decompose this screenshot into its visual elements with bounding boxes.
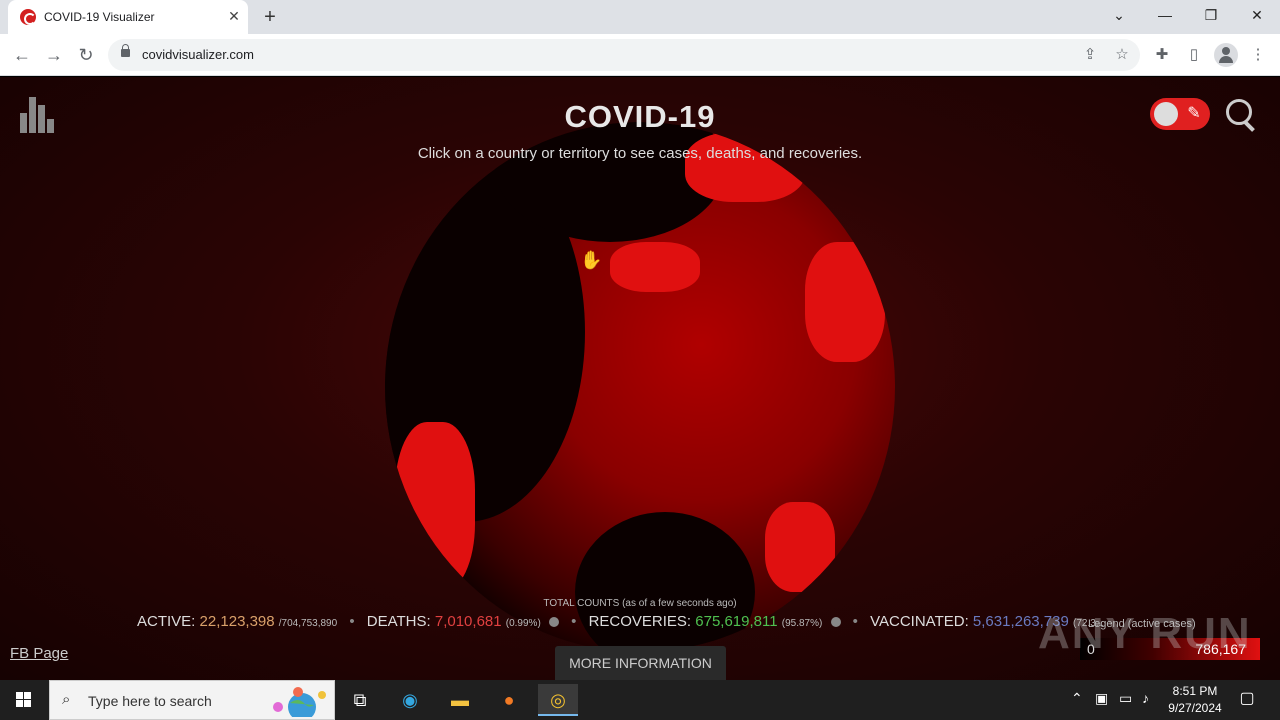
anyrun-watermark: ANY RUN <box>1038 609 1252 658</box>
tab-close-icon[interactable]: ✕ <box>224 6 244 26</box>
firefox-icon[interactable]: ● <box>489 684 529 716</box>
taskbar-search-placeholder: Type here to search <box>88 693 212 709</box>
more-information-button[interactable]: MORE INFORMATION <box>555 646 726 680</box>
vaccinated-label: VACCINATED: <box>870 613 969 630</box>
deaths-label: DEATHS: <box>366 613 431 630</box>
minimize-button[interactable]: — <box>1142 0 1188 34</box>
chrome-icon[interactable]: ◎ <box>538 684 578 716</box>
extensions-puzzle-icon[interactable]: ✚ <box>1150 43 1174 67</box>
deaths-value: 7,010,681 <box>434 613 502 630</box>
separator: • <box>852 613 858 630</box>
search-magnifier-icon: ⌕ <box>62 691 71 708</box>
active-total: /704,753,890 <box>278 618 338 629</box>
lock-icon[interactable] <box>121 44 130 57</box>
side-panel-icon[interactable]: ▯ <box>1182 43 1206 67</box>
toggle-knob <box>1154 102 1178 126</box>
file-explorer-icon[interactable]: ▬ <box>440 684 480 716</box>
active-value: 22,123,398 <box>199 613 275 630</box>
recoveries-pct: (95.87%) <box>781 618 823 629</box>
middle-east-region[interactable] <box>805 242 885 362</box>
tray-volume-icon[interactable]: ♪ <box>1142 690 1149 706</box>
south-atlantic-region <box>575 512 755 652</box>
clock-date: 9/27/2024 <box>1168 701 1222 715</box>
restore-button[interactable]: ❐ <box>1188 0 1234 34</box>
page-subtitle: Click on a country or territory to see c… <box>417 145 863 162</box>
globe-map[interactable] <box>385 122 895 652</box>
share-icon[interactable]: ⇪ <box>1079 44 1101 66</box>
profile-avatar-icon[interactable] <box>1214 43 1238 67</box>
covid-visualizer-page: COVID-19 Click on a country or territory… <box>0 77 1280 680</box>
iberia-region[interactable] <box>610 242 700 292</box>
vaccine-toggle[interactable]: ✎ <box>1150 98 1210 130</box>
tray-chevron-up-icon[interactable]: ⌃ <box>1071 690 1083 707</box>
browser-tab[interactable]: COVID-19 Visualizer ✕ <box>8 0 248 34</box>
deaths-info-icon[interactable] <box>548 617 559 628</box>
syringe-icon: ✎ <box>1187 105 1201 122</box>
search-icon[interactable] <box>1224 97 1258 131</box>
task-view-icon[interactable]: ⧉ <box>340 684 380 716</box>
stats-row: ACTIVE: 22,123,398 /704,753,890 • DEATHS… <box>137 613 1104 630</box>
edge-browser-icon[interactable]: ◉ <box>390 684 430 716</box>
recoveries-label: RECOVERIES: <box>588 613 692 630</box>
total-counts-caption: TOTAL COUNTS (as of a few seconds ago) <box>543 598 737 609</box>
page-title: COVID-19 <box>564 99 716 134</box>
bookmark-star-icon[interactable]: ☆ <box>1111 44 1133 66</box>
tray-monitor-icon[interactable]: ▭ <box>1119 690 1132 707</box>
new-tab-button[interactable]: + <box>258 5 282 29</box>
deaths-pct: (0.99%) <box>505 618 541 629</box>
recoveries-value: 675,619,811 <box>695 613 778 630</box>
europe-region[interactable] <box>685 132 805 202</box>
recoveries-info-icon[interactable] <box>830 617 841 628</box>
url-text[interactable]: covidvisualizer.com <box>142 47 254 62</box>
clock-time: 8:51 PM <box>1172 684 1218 698</box>
windows-start-icon[interactable] <box>0 680 48 720</box>
separator: • <box>571 613 577 630</box>
address-bar[interactable]: covidvisualizer.com ⇪ ☆ <box>108 39 1140 71</box>
hand-cursor-icon: ✋ <box>580 250 603 270</box>
close-window-button[interactable]: ✕ <box>1234 0 1280 34</box>
forward-arrow-icon[interactable]: → <box>41 42 67 68</box>
browser-toolbar: ← → ↻ covidvisualizer.com ⇪ ☆ ✚ ▯ ⋮ <box>0 34 1280 76</box>
tab-search-icon[interactable]: ⌄ <box>1096 0 1142 34</box>
southern-africa-region[interactable] <box>765 502 835 592</box>
windows-taskbar: ⌕ Type here to search ⧉ ◉ ▬ ● ◎ ⌃ ▣ ▭ ♪ … <box>0 680 1280 720</box>
notification-icon[interactable]: ▢ <box>1236 688 1258 710</box>
back-arrow-icon[interactable]: ← <box>9 42 35 68</box>
tray-network-icon[interactable]: ▣ <box>1095 690 1108 707</box>
menu-kebab-icon[interactable]: ⋮ <box>1246 43 1270 67</box>
taskbar-search-box[interactable]: ⌕ Type here to search <box>49 680 335 720</box>
active-label: ACTIVE: <box>137 613 196 630</box>
reload-icon[interactable]: ↻ <box>73 42 99 68</box>
tab-title: COVID-19 Visualizer <box>44 10 155 24</box>
tab-strip: COVID-19 Visualizer ✕ + ⌄ — ❐ ✕ <box>0 0 1280 34</box>
fb-page-link[interactable]: FB Page <box>10 645 68 662</box>
covid-favicon-icon <box>20 9 36 25</box>
south-america-region[interactable] <box>395 422 475 592</box>
search-highlight-art-icon <box>273 687 326 717</box>
separator: • <box>349 613 355 630</box>
taskbar-clock[interactable]: 8:51 PM 9/27/2024 <box>1160 683 1230 717</box>
